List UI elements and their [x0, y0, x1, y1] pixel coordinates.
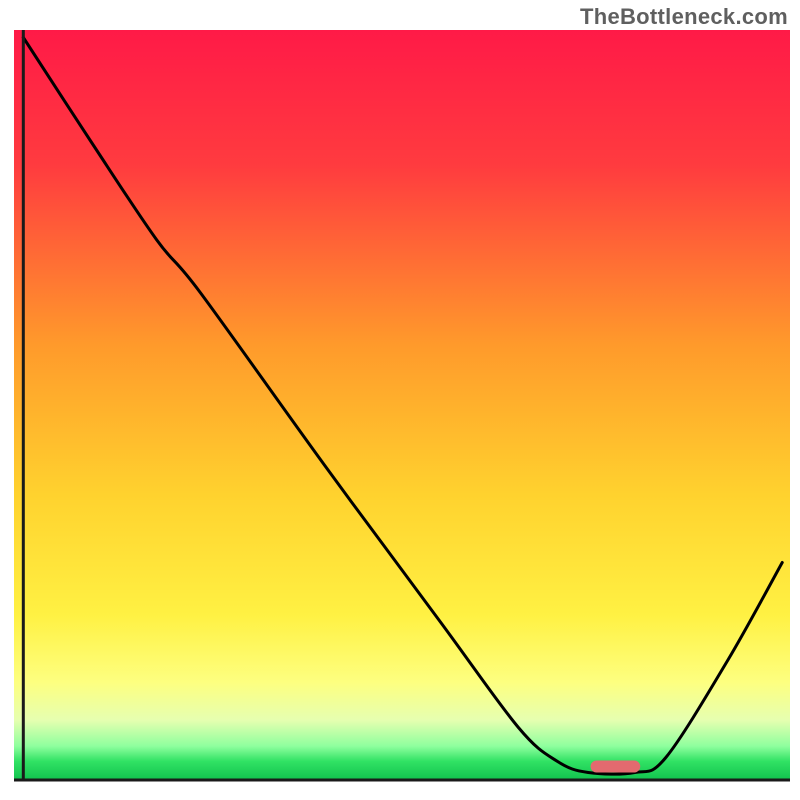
- chart-canvas: [0, 0, 800, 800]
- optimal-marker: [591, 761, 641, 773]
- plot-background: [14, 30, 790, 780]
